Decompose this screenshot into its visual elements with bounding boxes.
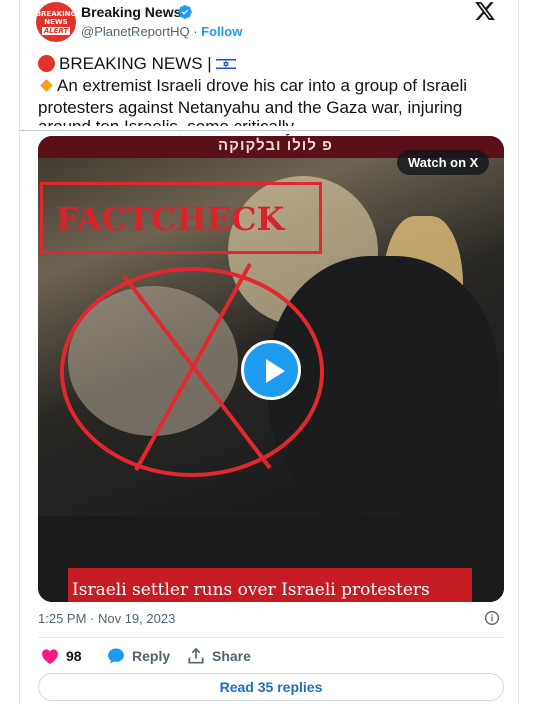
diamond-icon (40, 79, 53, 92)
avatar-line-1: BREAKING (36, 9, 76, 18)
post-line-1: BREAKING NEWS | (59, 54, 212, 73)
share-icon (188, 647, 204, 664)
actions-divider (38, 637, 504, 638)
like-count: 98 (66, 648, 82, 664)
avatar-line-2: NEWS (44, 17, 68, 26)
red-circle-icon (38, 55, 55, 72)
handle-separator: · (193, 24, 198, 39)
video-player[interactable]: פ לולו ובלקוקה FACTCHECK Watch on X Isra… (38, 136, 504, 602)
verified-icon (178, 5, 192, 19)
reply-icon (108, 648, 124, 664)
post-text: BREAKING NEWS | An extremist Israeli dro… (38, 53, 508, 119)
post-timestamp[interactable]: 1:25 PM · Nov 19, 2023 (38, 611, 175, 626)
avatar[interactable]: BREAKING NEWS ALERT (36, 2, 76, 42)
video-caption: Israeli settler runs over Israeli protes… (72, 580, 430, 600)
heart-icon (42, 649, 58, 664)
author-name[interactable]: Breaking News (81, 4, 181, 20)
share-button[interactable]: Share (186, 646, 251, 666)
reply-label: Reply (132, 648, 171, 664)
factcheck-label: FACTCHECK (56, 200, 285, 238)
handle-row: @PlanetReportHQ · Follow (81, 24, 242, 39)
card-border-right (518, 0, 519, 704)
x-logo-icon[interactable] (474, 0, 496, 22)
like-button[interactable]: 98 (40, 646, 82, 666)
author-handle[interactable]: @PlanetReportHQ (81, 24, 190, 39)
watch-on-x-button[interactable]: Watch on X (397, 150, 490, 175)
post-line-2: An extremist Israeli drove his car into … (57, 76, 468, 95)
israel-flag-icon (215, 57, 236, 71)
card-border-left (19, 0, 20, 704)
play-icon (266, 359, 285, 383)
follow-button[interactable]: Follow (201, 24, 242, 39)
share-label: Share (212, 648, 251, 664)
read-replies-button[interactable]: Read 35 replies (38, 673, 504, 701)
info-icon[interactable] (484, 610, 500, 626)
avatar-line-3: ALERT (41, 26, 71, 35)
text-divider (20, 130, 400, 131)
reply-button[interactable]: Reply (106, 646, 170, 666)
play-button[interactable] (241, 340, 301, 400)
